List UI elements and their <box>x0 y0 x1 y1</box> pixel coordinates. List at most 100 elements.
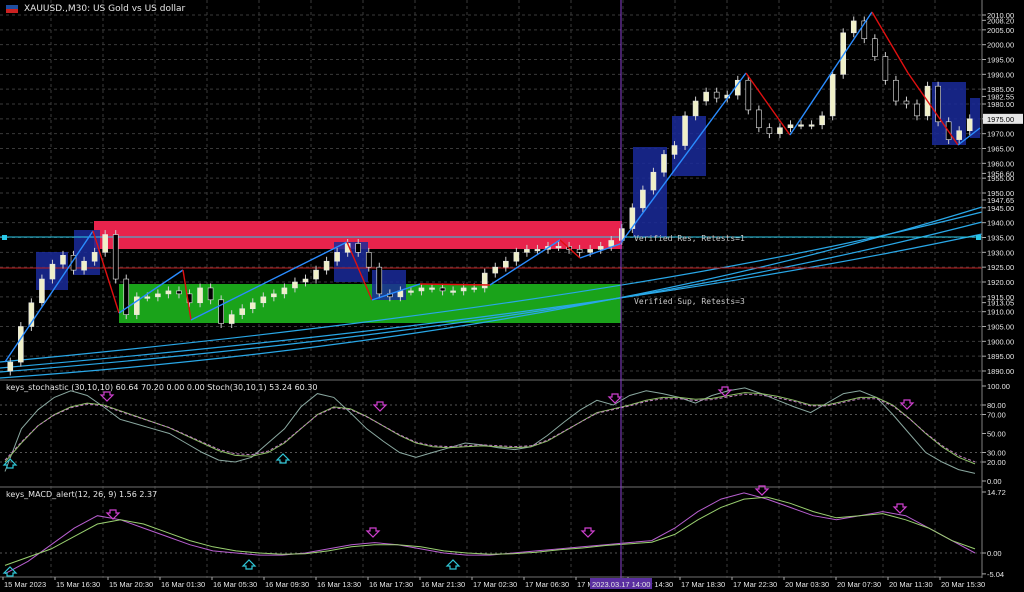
candle-body <box>239 308 246 315</box>
candle-body <box>165 290 172 295</box>
price-label: 1990.00 <box>987 70 1014 79</box>
sup-zone-label: Verified Sup, Retests=3 <box>634 297 745 306</box>
price-axis: 2010.002008.202005.002000.001995.001990.… <box>981 0 1024 592</box>
price-label: 1913.05 <box>987 299 1014 308</box>
zigzag-segment <box>419 283 491 286</box>
current-price-label: 1975.00 <box>987 115 1014 124</box>
candle-body <box>819 115 825 126</box>
candle-body <box>524 249 530 253</box>
price-label: 1935.00 <box>987 234 1014 243</box>
candle-body <box>91 252 98 262</box>
candle-body <box>7 361 14 372</box>
candle-body <box>112 234 119 280</box>
macd-axis-label: -5.04 <box>987 570 1004 579</box>
candle-body <box>513 252 520 262</box>
arrow-up-icon <box>275 453 291 464</box>
candle-body <box>292 281 298 289</box>
candle-body <box>81 260 87 271</box>
time-label: 17 Mar 18:30 <box>681 580 725 589</box>
time-label: 20 Mar 15:30 <box>941 580 985 589</box>
candle-body <box>756 109 762 129</box>
arrow-up-icon <box>241 559 257 570</box>
time-label: 15 Mar 2023 <box>4 580 46 589</box>
candle-body <box>155 293 161 298</box>
candle-body <box>966 118 973 132</box>
price-label: 1920.00 <box>987 278 1014 287</box>
candle-body <box>439 287 446 292</box>
price-label: 2005.00 <box>987 26 1014 35</box>
candle-body <box>408 290 414 293</box>
price-label: 1945.00 <box>987 204 1014 213</box>
candle-body <box>429 287 435 290</box>
candle-body <box>323 260 330 271</box>
candle-body <box>228 314 235 324</box>
macd-axis-label: 0.00 <box>987 549 1002 558</box>
candle-body <box>281 287 288 295</box>
candle-body <box>745 79 752 111</box>
candle-body <box>766 127 773 134</box>
time-label: 20 Mar 03:30 <box>785 580 829 589</box>
stoch-main-line <box>4 387 976 474</box>
candle-body <box>271 293 277 298</box>
price-label: 2000.00 <box>987 41 1014 50</box>
time-label: 15 Mar 20:30 <box>109 580 153 589</box>
candle-body <box>260 296 267 304</box>
price-label: 1895.00 <box>987 352 1014 361</box>
stoch-axis-label: 50.00 <box>987 430 1006 439</box>
candle-body <box>418 287 425 292</box>
price-label: 1960.00 <box>987 159 1014 168</box>
macd-lines <box>4 492 976 575</box>
price-label: 1905.00 <box>987 323 1014 332</box>
candle-body <box>650 171 657 191</box>
signal-arrows <box>2 386 915 577</box>
candle-body <box>481 272 488 289</box>
candle-body <box>450 290 456 293</box>
stoch-axis-label: 30.00 <box>987 449 1006 458</box>
price-label: 1910.00 <box>987 308 1014 317</box>
candle-body <box>872 38 878 57</box>
candle-body <box>671 145 678 155</box>
time-cursor-label: 2023.03.17 14:00 <box>592 580 650 589</box>
time-label: 17 Mar 06:30 <box>525 580 569 589</box>
stoch-axis-label: 100.00 <box>987 382 1010 391</box>
price-label: 1940.00 <box>987 219 1014 228</box>
candle-body <box>492 266 499 274</box>
price-label: 1930.00 <box>987 248 1014 257</box>
candle-body <box>661 154 667 173</box>
time-axis: 15 Mar 2023 15 Mar 16:30 15 Mar 20:30 16 Ma… <box>2 577 985 589</box>
candle-body <box>640 189 646 209</box>
candle-body <box>376 266 383 295</box>
arrow-down-icon <box>892 503 908 514</box>
candle-body <box>850 20 857 34</box>
time-label: 16 Mar 21:30 <box>421 580 465 589</box>
time-label: 16 Mar 09:30 <box>265 580 309 589</box>
price-label: 1970.00 <box>987 130 1014 139</box>
highlight-box <box>334 242 368 282</box>
candle-body <box>534 249 541 252</box>
trading-chart[interactable]: Verified Res, Retests=1 Verified Sup, Re… <box>0 0 1024 592</box>
candle-body <box>39 278 45 304</box>
level-handle-left[interactable] <box>2 235 7 240</box>
candle-body <box>587 249 593 253</box>
arrow-down-icon <box>365 527 381 538</box>
candle-body <box>176 290 182 295</box>
stoch-pane-label: keys_stochastic (30,10,10) 60.64 70.20 0… <box>6 383 318 392</box>
time-label: 16 Mar 01:30 <box>161 580 205 589</box>
candle-body <box>60 255 66 265</box>
arrow-up-icon <box>445 559 461 570</box>
candle-body <box>144 296 151 299</box>
support-zone[interactable] <box>119 284 621 323</box>
candle-body <box>829 74 836 117</box>
candle-body <box>18 326 24 363</box>
candle-body <box>914 103 920 117</box>
candle-body <box>808 124 815 127</box>
level-handle-right[interactable] <box>976 235 981 240</box>
price-label: 2008.20 <box>987 16 1014 25</box>
candle-body <box>576 249 583 253</box>
candle-body <box>302 278 309 283</box>
candle-body <box>249 302 256 309</box>
candle-body <box>893 79 899 102</box>
arrow-down-icon <box>580 527 596 538</box>
candle-body <box>102 234 108 253</box>
candle-body <box>207 287 214 301</box>
